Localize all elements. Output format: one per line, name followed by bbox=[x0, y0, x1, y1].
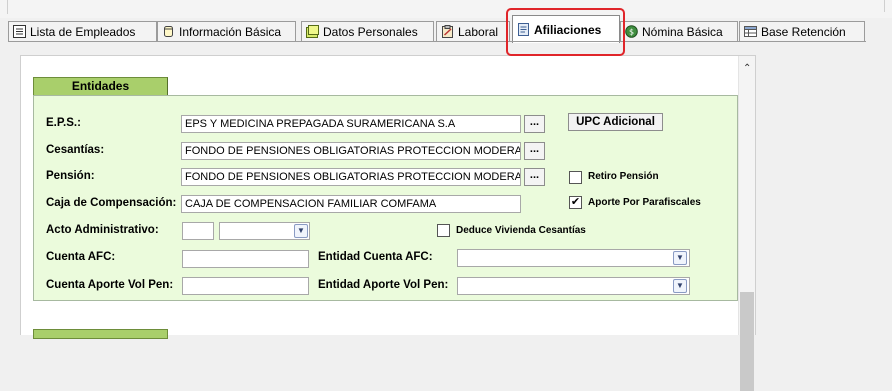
cuenta-aporte-vol-field[interactable] bbox=[182, 277, 309, 295]
document-icon bbox=[517, 23, 530, 36]
retiro-pension-checkbox[interactable] bbox=[569, 171, 582, 184]
tab-label: Información Básica bbox=[179, 24, 282, 39]
top-strip bbox=[0, 0, 892, 18]
eps-search-button[interactable]: ... bbox=[524, 115, 545, 133]
cesantias-search-button[interactable]: ... bbox=[524, 142, 545, 160]
pension-field[interactable]: FONDO DE PENSIONES OBLIGATORIAS PROTECCI… bbox=[181, 168, 521, 186]
tab-label: Datos Personales bbox=[323, 24, 418, 39]
money-icon: $ bbox=[625, 25, 638, 38]
tab-strip-border bbox=[8, 41, 866, 42]
cuenta-aporte-vol-label: Cuenta Aporte Vol Pen: bbox=[46, 279, 174, 291]
clipboard-icon bbox=[441, 25, 454, 38]
tab-label: Nómina Básica bbox=[642, 24, 723, 39]
aporte-parafiscales-label: Aporte Por Parafiscales bbox=[588, 197, 701, 208]
tab-nomina-basica[interactable]: $ Nómina Básica bbox=[620, 21, 738, 41]
divider bbox=[884, 0, 885, 12]
tab-label: Afiliaciones bbox=[534, 22, 602, 37]
eps-field[interactable]: EPS Y MEDICINA PREPAGADA SURAMERICANA S.… bbox=[181, 115, 521, 133]
upc-adicional-button[interactable]: UPC Adicional bbox=[568, 113, 663, 131]
divider bbox=[7, 0, 8, 14]
retiro-pension-label: Retiro Pensión bbox=[588, 171, 659, 182]
caja-field[interactable]: CAJA DE COMPENSACION FAMILIAR COMFAMA bbox=[181, 195, 521, 213]
section-header-entidades: Entidades bbox=[33, 77, 168, 96]
deduce-vivienda-label: Deduce Vivienda Cesantías bbox=[456, 225, 586, 236]
chevron-down-icon[interactable]: ▼ bbox=[294, 224, 308, 238]
table-icon bbox=[744, 25, 757, 38]
deduce-vivienda-checkbox[interactable] bbox=[437, 224, 450, 237]
cesantias-field[interactable]: FONDO DE PENSIONES OBLIGATORIAS PROTECCI… bbox=[181, 142, 521, 160]
vertical-scrollbar[interactable]: ⌃ bbox=[738, 56, 755, 391]
tab-label: Laboral bbox=[458, 24, 499, 39]
note-icon bbox=[306, 25, 319, 38]
cylinder-icon bbox=[162, 25, 175, 38]
caja-label: Caja de Compensación: bbox=[46, 197, 177, 209]
tab-label: Lista de Empleados bbox=[30, 24, 136, 39]
list-icon bbox=[13, 25, 26, 38]
chevron-up-icon[interactable]: ⌃ bbox=[743, 64, 751, 74]
next-section-header bbox=[33, 329, 168, 339]
pension-label: Pensión: bbox=[46, 170, 95, 182]
cesantias-label: Cesantías: bbox=[46, 144, 105, 156]
acto-administrativo-label: Acto Administrativo: bbox=[46, 224, 159, 236]
svg-text:$: $ bbox=[629, 28, 634, 37]
tab-laboral[interactable]: Laboral bbox=[436, 21, 510, 41]
chevron-down-icon[interactable]: ▼ bbox=[673, 251, 687, 265]
acto-administrativo-field[interactable] bbox=[182, 222, 214, 240]
entidad-afc-select[interactable] bbox=[457, 249, 690, 267]
entidad-afc-label: Entidad Cuenta AFC: bbox=[318, 251, 433, 263]
tab-afiliaciones[interactable]: Afiliaciones bbox=[512, 15, 620, 43]
aporte-parafiscales-checkbox[interactable]: ✔ bbox=[569, 196, 582, 209]
tab-base-retencion[interactable]: Base Retención bbox=[739, 21, 865, 41]
tab-datos-personales[interactable]: Datos Personales bbox=[301, 21, 434, 41]
tab-informacion-basica[interactable]: Información Básica bbox=[157, 21, 296, 41]
eps-label: E.P.S.: bbox=[46, 117, 81, 129]
cuenta-afc-label: Cuenta AFC: bbox=[46, 251, 116, 263]
pension-search-button[interactable]: ... bbox=[524, 168, 545, 186]
cuenta-afc-field[interactable] bbox=[182, 250, 309, 268]
scrollbar-thumb[interactable] bbox=[740, 292, 754, 391]
chevron-down-icon[interactable]: ▼ bbox=[673, 279, 687, 293]
tab-label: Base Retención bbox=[761, 24, 846, 39]
entidad-aporte-vol-label: Entidad Aporte Vol Pen: bbox=[318, 279, 449, 291]
entidad-aporte-vol-select[interactable] bbox=[457, 277, 690, 295]
tab-lista-empleados[interactable]: Lista de Empleados bbox=[8, 21, 157, 41]
